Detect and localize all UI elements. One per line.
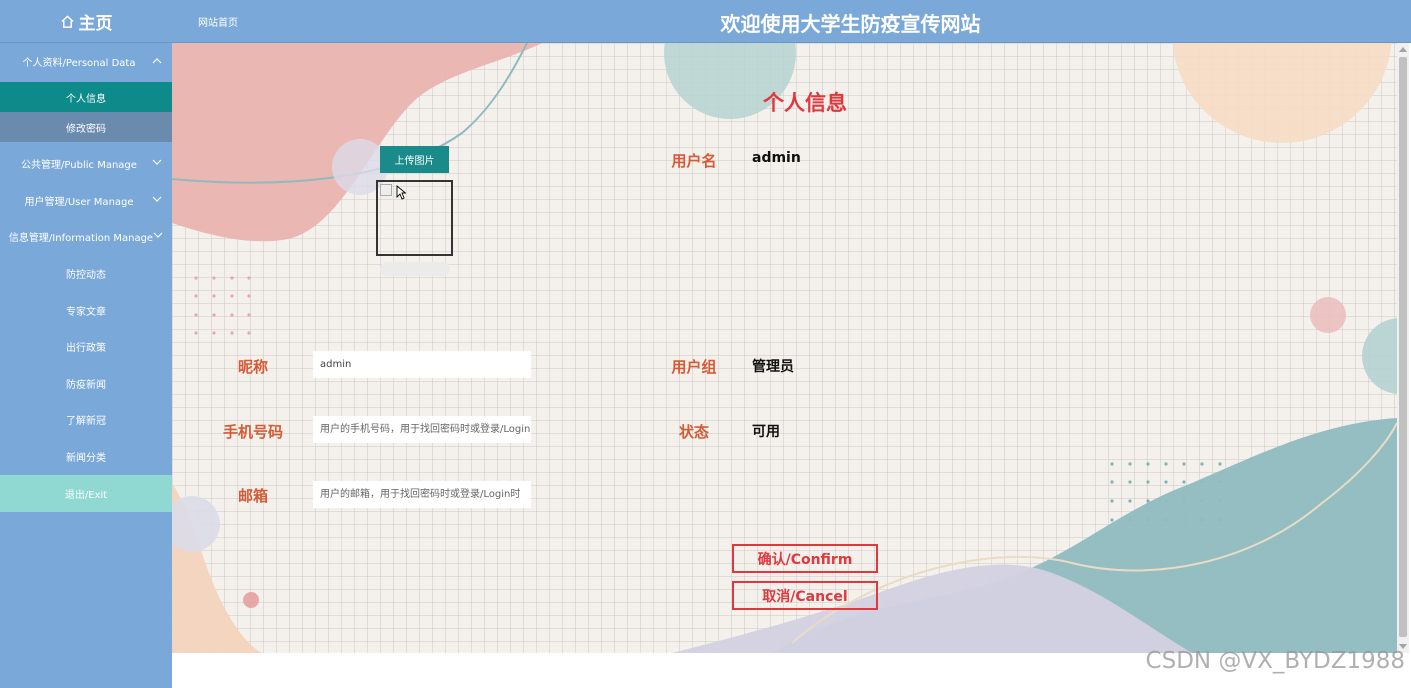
sidebar-item-label: 防疫新闻 bbox=[66, 380, 106, 391]
username-label: 用户名 bbox=[671, 152, 717, 170]
chevron-down-icon bbox=[153, 232, 163, 238]
sidebar: 个人资料/Personal Data 个人信息 修改密码 公共管理/Public… bbox=[0, 43, 172, 688]
sidebar-group-personal-data[interactable]: 个人资料/Personal Data bbox=[0, 43, 172, 80]
nickname-label: 昵称 bbox=[237, 358, 268, 376]
upload-image-button[interactable]: 上传图片 bbox=[380, 146, 449, 173]
sidebar-item-exit[interactable]: 退出/Exit bbox=[0, 475, 172, 512]
chevron-down-icon bbox=[152, 196, 162, 202]
sidebar-group-public-manage[interactable]: 公共管理/Public Manage bbox=[0, 145, 172, 182]
sidebar-item-label: 退出/Exit bbox=[64, 490, 108, 501]
sidebar-item-news-category[interactable]: 新闻分类 bbox=[0, 438, 172, 475]
sidebar-item-epidemic-news[interactable]: 防疫新闻 bbox=[0, 365, 172, 402]
sidebar-item-travel-policy[interactable]: 出行政策 bbox=[0, 328, 172, 365]
status-value: 可用 bbox=[752, 424, 780, 440]
broken-image-icon bbox=[380, 184, 392, 196]
sidebar-item-personal-info[interactable]: 个人信息 bbox=[0, 82, 172, 112]
watermark: CSDN @VX_BYDZ1988 bbox=[1145, 648, 1405, 674]
sidebar-item-label: 新闻分类 bbox=[66, 453, 106, 464]
home-icon bbox=[60, 15, 74, 28]
home-label: 主页 bbox=[78, 14, 113, 34]
sidebar-item-expert-articles[interactable]: 专家文章 bbox=[0, 292, 172, 329]
username-value: admin bbox=[752, 150, 801, 166]
sidebar-item-change-password[interactable]: 修改密码 bbox=[0, 112, 172, 142]
email-label: 邮箱 bbox=[237, 487, 268, 505]
mouse-cursor-icon bbox=[396, 185, 406, 200]
email-input[interactable] bbox=[313, 481, 531, 508]
top-header: 主页 网站首页 欢迎使用大学生防疫宣传网站 bbox=[0, 0, 1411, 43]
sidebar-item-label: 防控动态 bbox=[66, 270, 106, 281]
sidebar-item-prevention-updates[interactable]: 防控动态 bbox=[0, 255, 172, 292]
app-window: 主页 网站首页 欢迎使用大学生防疫宣传网站 个人资料/Personal Data… bbox=[0, 0, 1411, 688]
sidebar-item-label: 修改密码 bbox=[66, 123, 106, 135]
phone-label: 手机号码 bbox=[222, 423, 283, 441]
cancel-button[interactable]: 取消/Cancel bbox=[732, 581, 878, 610]
phone-input[interactable] bbox=[313, 416, 531, 443]
sidebar-item-learn-covid[interactable]: 了解新冠 bbox=[0, 401, 172, 438]
page-title: 个人信息 bbox=[763, 91, 847, 115]
home-link[interactable]: 主页 bbox=[0, 0, 172, 43]
status-label: 状态 bbox=[678, 423, 709, 441]
chevron-up-icon bbox=[152, 58, 162, 64]
sidebar-group-label: 公共管理/Public Manage bbox=[21, 160, 137, 171]
nickname-input[interactable] bbox=[313, 351, 531, 378]
sidebar-item-label: 出行政策 bbox=[66, 343, 106, 354]
chevron-down-icon bbox=[152, 159, 162, 165]
scrollbar-thumb[interactable] bbox=[1399, 57, 1407, 637]
sidebar-group-label: 用户管理/User Manage bbox=[24, 197, 134, 208]
sidebar-group-information-manage[interactable]: 信息管理/Information Manage bbox=[0, 218, 172, 255]
avatar-image[interactable] bbox=[376, 180, 453, 256]
sidebar-group-label: 个人资料/Personal Data bbox=[22, 58, 136, 69]
site-home-link[interactable]: 网站首页 bbox=[198, 14, 238, 29]
user-group-label: 用户组 bbox=[671, 358, 717, 376]
scroll-up-arrow-icon[interactable] bbox=[1399, 47, 1407, 52]
avatar-shadow bbox=[380, 262, 450, 276]
user-group-value: 管理员 bbox=[752, 359, 794, 375]
sidebar-group-user-manage[interactable]: 用户管理/User Manage bbox=[0, 182, 172, 219]
sidebar-item-label: 专家文章 bbox=[66, 307, 106, 318]
sidebar-item-label: 个人信息 bbox=[66, 93, 106, 105]
sidebar-item-label: 了解新冠 bbox=[66, 416, 106, 427]
vertical-scrollbar[interactable] bbox=[1397, 43, 1409, 653]
confirm-button[interactable]: 确认/Confirm bbox=[732, 544, 878, 573]
sidebar-group-label: 信息管理/Information Manage bbox=[8, 233, 154, 244]
